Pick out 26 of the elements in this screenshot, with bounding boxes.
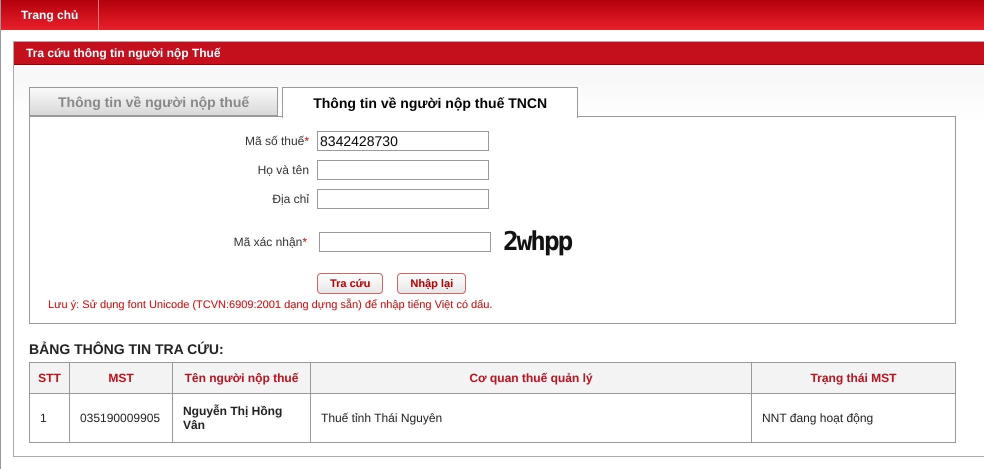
field-label: Mã số thuế*	[244, 134, 309, 148]
panel-title: Tra cứu thông tin người nộp Thuế	[14, 42, 984, 65]
input-field[interactable]: 8342428730	[317, 131, 489, 151]
table-cell: Nguyễn Thị Hồng Vân	[172, 394, 310, 442]
column-header: MST	[70, 362, 172, 394]
note-text: Lưu ý: Sử dụng font Unicode (TCVN:6909:2001 dạng dựng sẵn) để nhập tiếng Việt có dấu.	[48, 299, 494, 311]
captcha-code: 2whpp	[503, 227, 573, 257]
tab[interactable]: Thông tin về người nộp thuế TNCN	[282, 87, 578, 118]
column-header: Trạng thái MST	[752, 362, 956, 394]
nav-link[interactable]: Trang chủ	[1, 0, 100, 30]
field-label: Địa chỉ	[271, 192, 309, 206]
form-button[interactable]: Nhập lại	[397, 273, 466, 294]
table-cell: 035190009905	[70, 394, 172, 442]
column-header: STT	[30, 362, 70, 394]
input-field[interactable]	[319, 232, 491, 252]
column-header: Tên người nộp thuế	[172, 362, 310, 394]
input-field[interactable]	[317, 160, 489, 180]
input-field[interactable]	[317, 189, 489, 209]
table-cell: 1	[30, 394, 70, 442]
field-label: Họ và tên	[256, 163, 309, 177]
form-button[interactable]: Tra cứu	[317, 273, 384, 294]
table-cell: NNT đang hoạt động	[752, 394, 956, 442]
column-header: Cơ quan thuế quản lý	[310, 362, 752, 394]
table-cell: Thuế tỉnh Thái Nguyên	[310, 394, 752, 442]
field-label: Mã xác nhận*	[232, 235, 307, 249]
results-title: BẢNG THÔNG TIN TRA CỨU:	[29, 341, 225, 357]
